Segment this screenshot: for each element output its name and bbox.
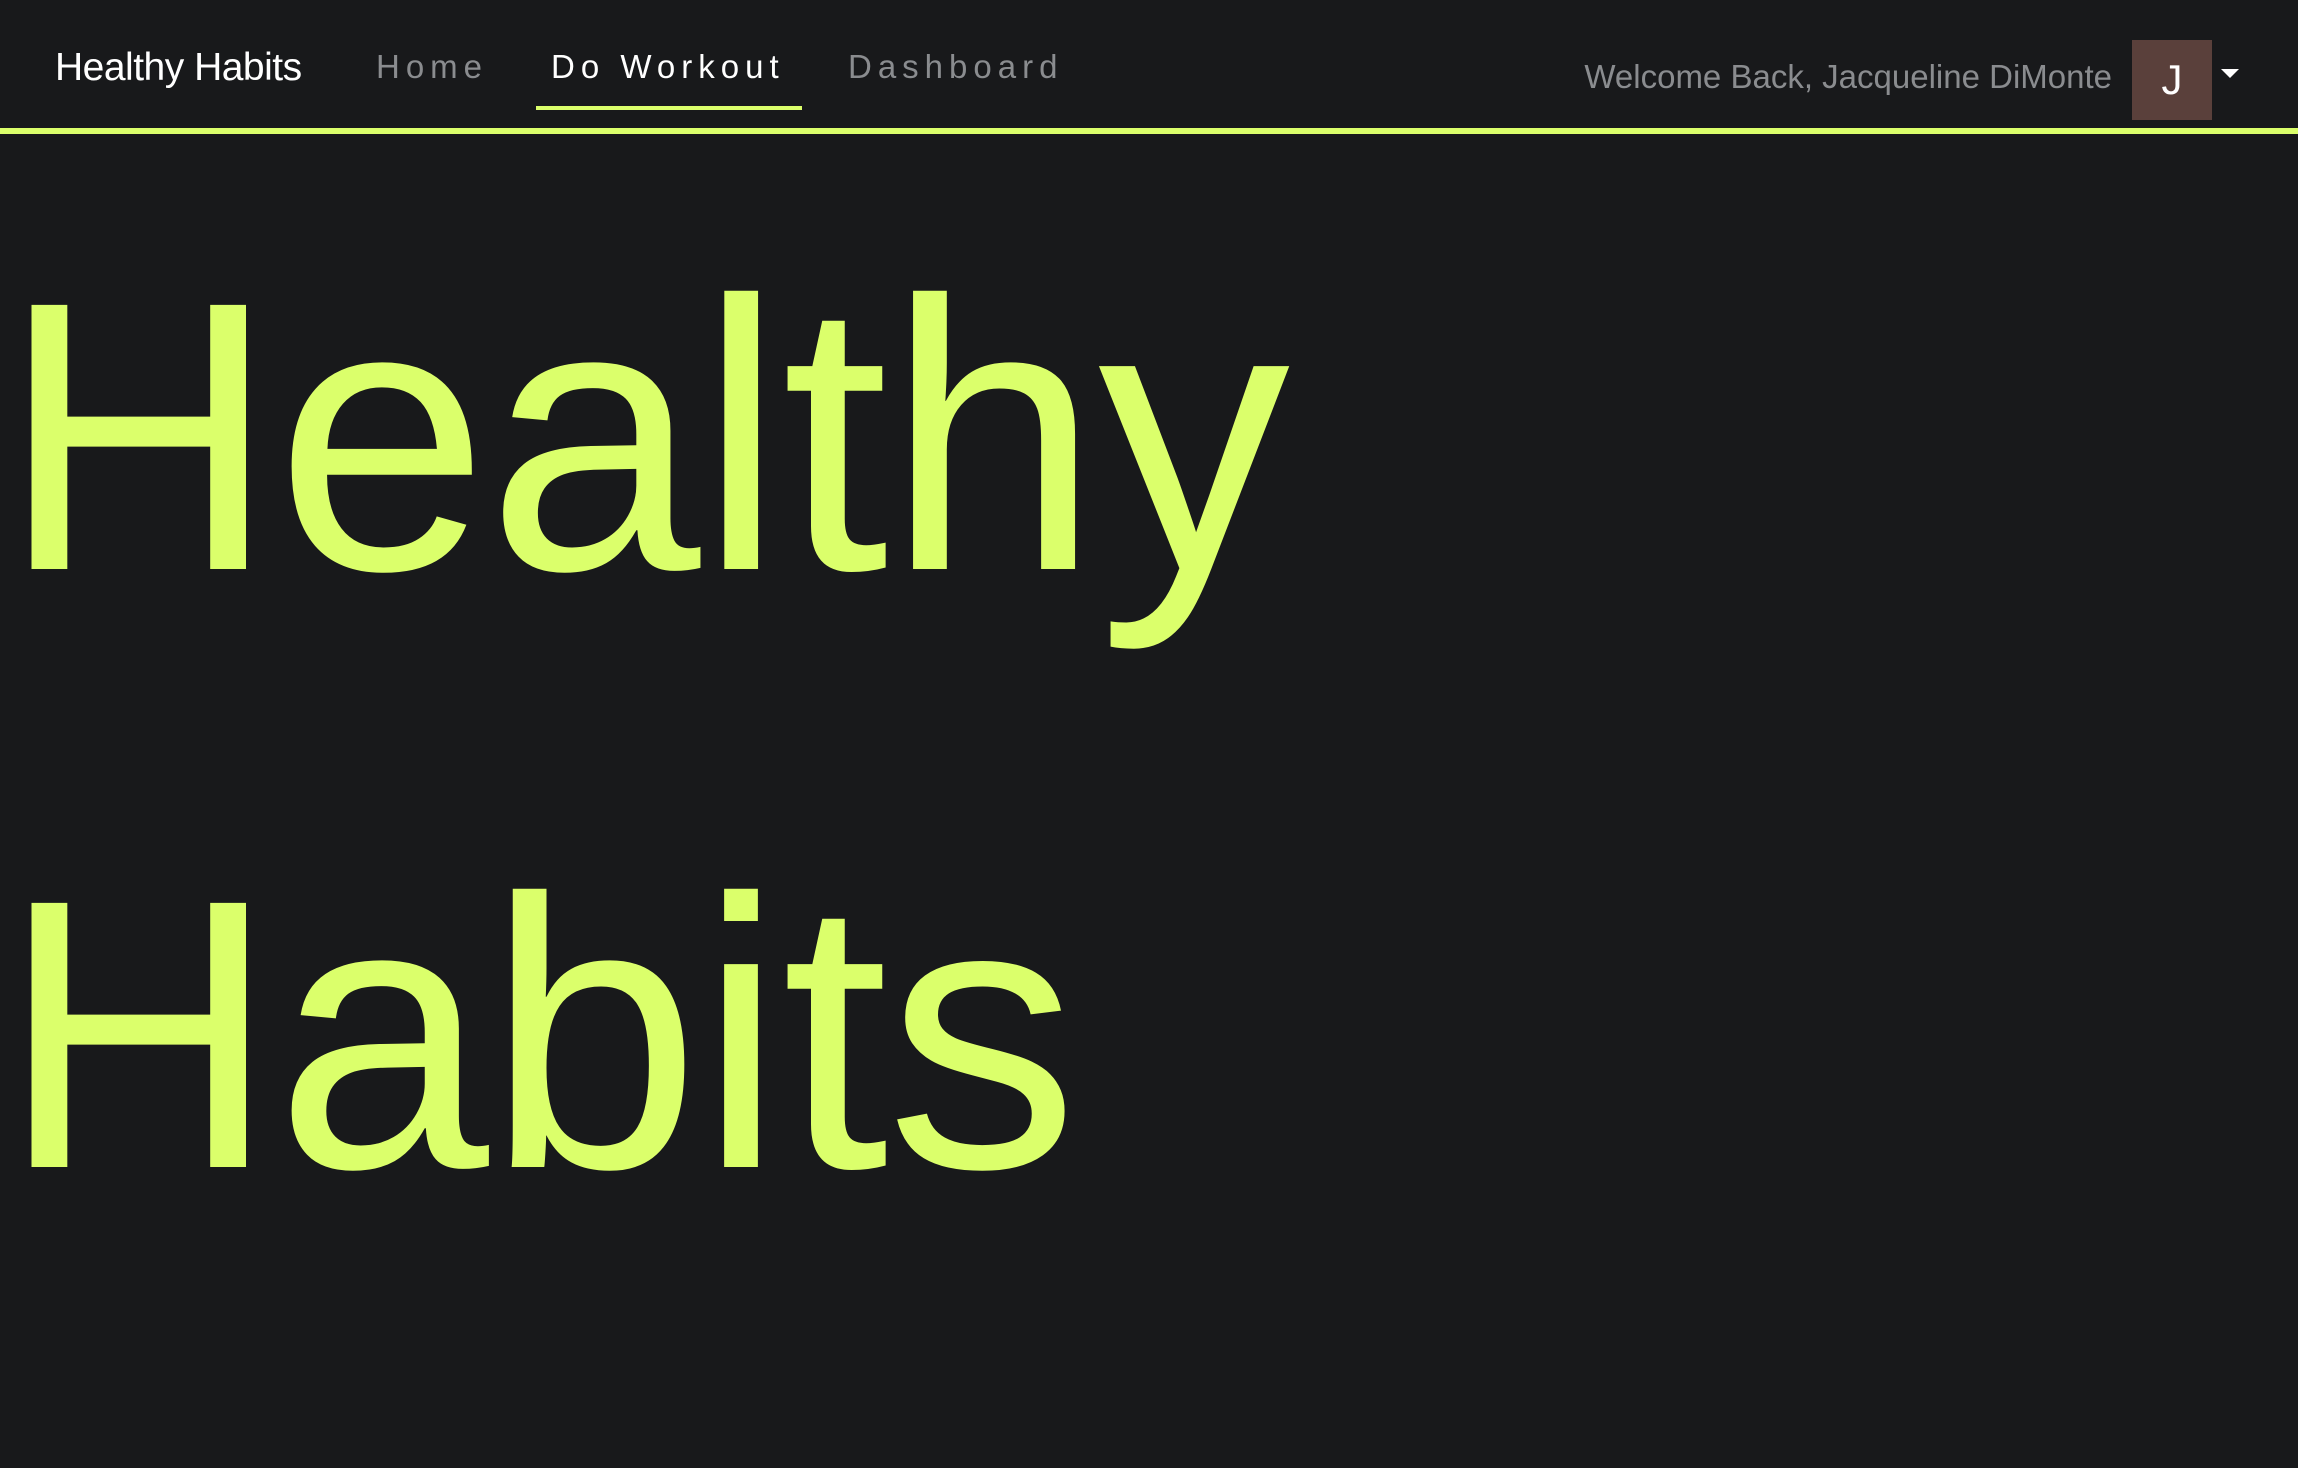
user-avatar[interactable]: J [2132, 40, 2212, 120]
caret-down-icon[interactable] [2221, 69, 2239, 78]
active-tab-indicator [536, 106, 802, 110]
hero-title-line-1: Healthy [0, 222, 1290, 651]
nav-link-do-workout[interactable]: Do Workout [551, 44, 785, 90]
brand-link[interactable]: Healthy Habits [55, 42, 302, 94]
top-navbar: Healthy Habits Home Do Workout Dashboard… [0, 0, 2298, 134]
nav-link-home[interactable]: Home [376, 44, 488, 90]
nav-link-dashboard[interactable]: Dashboard [848, 44, 1063, 90]
welcome-message: Welcome Back, Jacqueline DiMonte [1584, 58, 2112, 95]
hero-title-line-2: Habits [0, 820, 1078, 1249]
